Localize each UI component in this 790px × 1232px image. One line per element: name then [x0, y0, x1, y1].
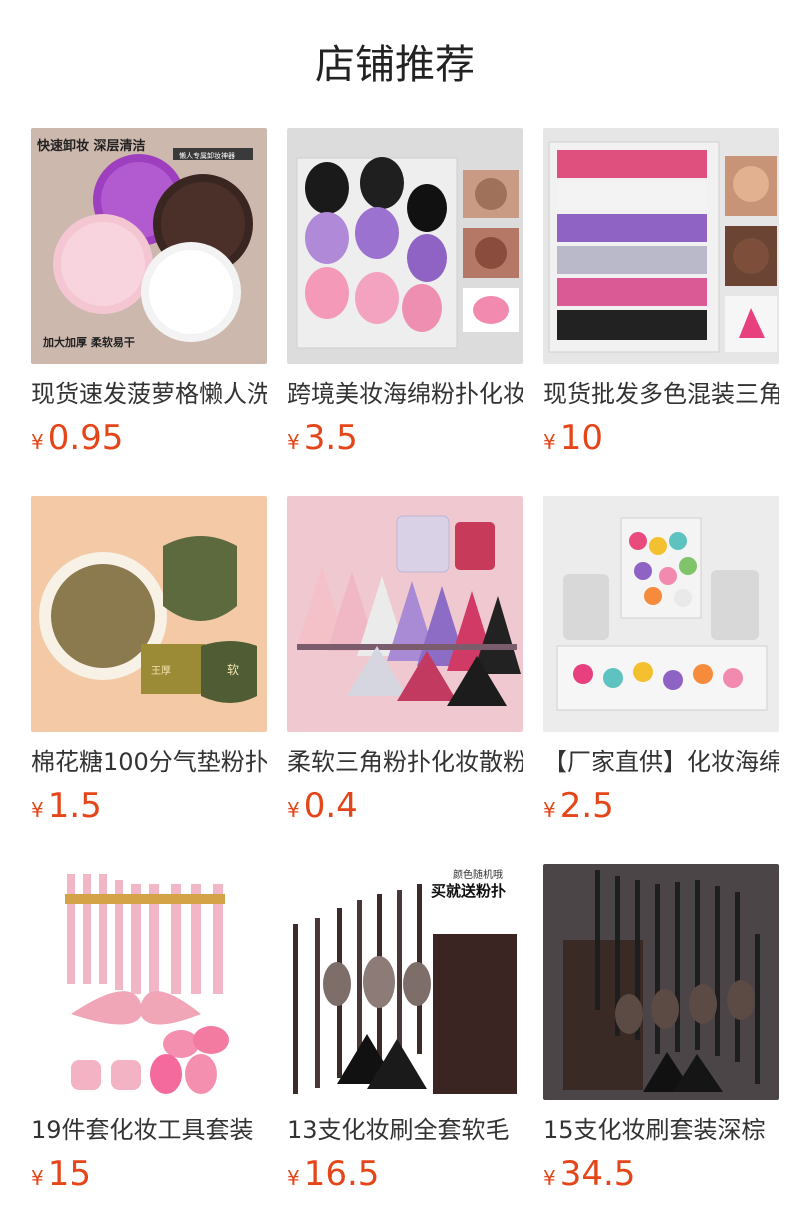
product-card[interactable]: 现货批发多色混装三角粉扑 ¥10: [543, 128, 779, 468]
product-price: ¥0.95: [31, 416, 123, 460]
product-card[interactable]: 19件套化妆工具套装 ¥15: [31, 864, 267, 1204]
product-price: ¥3.5: [287, 416, 358, 460]
product-title[interactable]: 跨境美妆海绵粉扑化妆蛋: [287, 374, 523, 414]
currency-symbol: ¥: [543, 430, 556, 454]
product-price: ¥16.5: [287, 1152, 379, 1196]
price-value: 10: [559, 418, 603, 458]
price-value: 15: [47, 1154, 91, 1194]
product-card[interactable]: 15支化妆刷套装深棕 ¥34.5: [543, 864, 779, 1204]
product-title[interactable]: 15支化妆刷套装深棕: [543, 1110, 779, 1150]
product-image[interactable]: [31, 864, 267, 1100]
image-tag: 懒人专属卸妆神器: [179, 151, 235, 160]
product-card[interactable]: 【厂家直供】化妆海绵蛋 ¥2.5: [543, 496, 779, 836]
image-caption: 快速卸妆 深层清洁: [37, 138, 146, 154]
currency-symbol: ¥: [287, 798, 300, 822]
product-price: ¥0.4: [287, 784, 358, 828]
product-image[interactable]: 颜色随机哦 买就送粉扑: [287, 864, 523, 1100]
product-card[interactable]: 跨境美妆海绵粉扑化妆蛋 ¥3.5: [287, 128, 523, 468]
price-value: 0.95: [47, 418, 124, 458]
product-title[interactable]: 【厂家直供】化妆海绵蛋: [543, 742, 779, 782]
price-value: 2.5: [559, 786, 614, 826]
product-grid: 快速卸妆 深层清洁 懒人专属卸妆神器 加大加厚 柔软易干 现货速发菠萝格懒人洗脸…: [31, 128, 790, 1208]
currency-symbol: ¥: [543, 1166, 556, 1190]
product-title[interactable]: 现货批发多色混装三角粉扑: [543, 374, 779, 414]
product-card[interactable]: 颜色随机哦 买就送粉扑 13支化妆刷全套软毛 ¥16.5: [287, 864, 523, 1204]
product-title[interactable]: 现货速发菠萝格懒人洗脸扑: [31, 374, 267, 414]
product-image[interactable]: 快速卸妆 深层清洁 懒人专属卸妆神器 加大加厚 柔软易干: [31, 128, 267, 364]
product-image[interactable]: 王厚 软: [31, 496, 267, 732]
image-caption: 加大加厚 柔软易干: [42, 335, 135, 349]
product-card[interactable]: 王厚 软 棉花糖100分气垫粉扑 ¥1.5: [31, 496, 267, 836]
image-tag: 王厚: [151, 665, 171, 677]
image-note: 颜色随机哦: [453, 868, 503, 881]
shop-recommend-title: 店铺推荐: [315, 42, 475, 88]
product-image[interactable]: [287, 128, 523, 364]
currency-symbol: ¥: [31, 1166, 44, 1190]
price-value: 1.5: [47, 786, 102, 826]
product-card[interactable]: 快速卸妆 深层清洁 懒人专属卸妆神器 加大加厚 柔软易干 现货速发菠萝格懒人洗脸…: [31, 128, 267, 468]
image-tag: 软: [227, 663, 239, 677]
currency-symbol: ¥: [543, 798, 556, 822]
price-value: 0.4: [303, 786, 358, 826]
currency-symbol: ¥: [31, 430, 44, 454]
product-price: ¥1.5: [31, 784, 102, 828]
product-image[interactable]: [543, 496, 779, 732]
product-price: ¥2.5: [543, 784, 614, 828]
product-image[interactable]: [287, 496, 523, 732]
price-value: 3.5: [303, 418, 358, 458]
image-promo: 买就送粉扑: [431, 882, 506, 900]
price-value: 34.5: [559, 1154, 636, 1194]
product-card[interactable]: 柔软三角粉扑化妆散粉扑 ¥0.4: [287, 496, 523, 836]
product-title[interactable]: 19件套化妆工具套装: [31, 1110, 267, 1150]
product-price: ¥15: [31, 1152, 91, 1196]
product-title[interactable]: 13支化妆刷全套软毛: [287, 1110, 523, 1150]
product-image[interactable]: [543, 864, 779, 1100]
currency-symbol: ¥: [31, 798, 44, 822]
product-price: ¥10: [543, 416, 603, 460]
product-image[interactable]: [543, 128, 779, 364]
product-title[interactable]: 柔软三角粉扑化妆散粉扑: [287, 742, 523, 782]
price-value: 16.5: [303, 1154, 380, 1194]
product-title[interactable]: 棉花糖100分气垫粉扑: [31, 742, 267, 782]
currency-symbol: ¥: [287, 430, 300, 454]
product-price: ¥34.5: [543, 1152, 635, 1196]
currency-symbol: ¥: [287, 1166, 300, 1190]
